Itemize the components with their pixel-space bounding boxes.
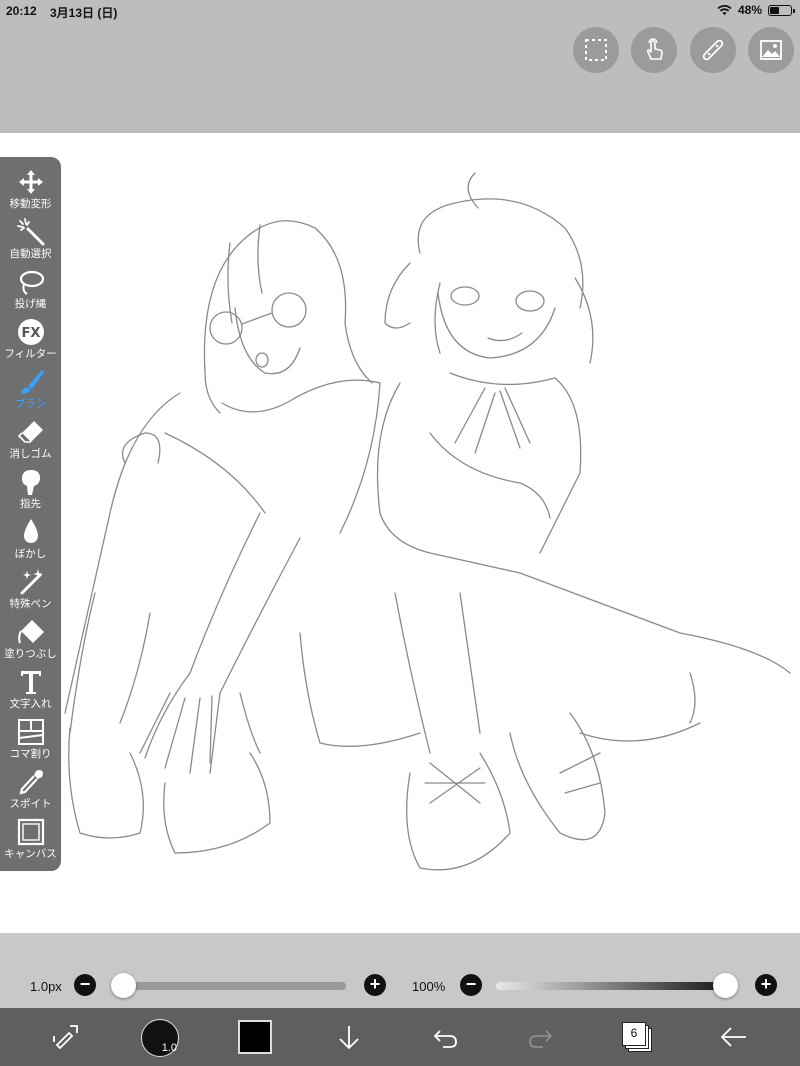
back-button[interactable] [716, 1020, 750, 1054]
lasso-icon [19, 270, 44, 295]
tool-label: 塗りつぶし [4, 648, 57, 660]
tool-label: ブラシ [14, 398, 47, 410]
app-window: 20:12 3月13日 (日) 48% 移動変形 自動選択 投げ縄 FX フィル… [0, 0, 800, 1066]
brush-size-value: 1.0 [161, 1042, 177, 1054]
image-icon [760, 40, 782, 60]
ruler-button[interactable] [690, 27, 736, 73]
tool-eyedropper[interactable]: スポイト [0, 767, 61, 817]
layers-button[interactable]: 6 [622, 1022, 652, 1052]
brush-size-minus-button[interactable]: − [74, 974, 96, 996]
arrow-down-icon [339, 1026, 359, 1050]
redo-button[interactable] [524, 1020, 558, 1054]
frame-divider-icon [17, 719, 44, 745]
magic-wand-icon [16, 218, 44, 246]
blur-drop-icon [23, 519, 38, 543]
battery-percent: 48% [737, 3, 762, 17]
tool-special-pen[interactable]: 特殊ペン [0, 567, 61, 617]
bucket-icon [17, 620, 44, 644]
status-right: 48% [717, 3, 795, 17]
undo-button[interactable] [428, 1020, 462, 1054]
tool-label: ぼかし [14, 548, 47, 560]
tool-palette: 移動変形 自動選択 投げ縄 FX フィルター ブラシ 消しゴム 指先 ぼかし 特… [0, 157, 61, 871]
tool-label: キャンバス [4, 848, 57, 860]
tool-eraser[interactable]: 消しゴム [0, 417, 61, 467]
wifi-icon [717, 5, 732, 16]
layer-count: 6 [630, 1026, 638, 1040]
tool-label: 投げ縄 [14, 298, 47, 310]
touch-icon [646, 38, 663, 60]
selection-button[interactable] [573, 27, 619, 73]
down-arrow-button[interactable] [332, 1020, 366, 1054]
tool-frame-divider[interactable]: コマ割り [0, 717, 61, 767]
status-bar: 20:12 3月13日 (日) 48% [0, 0, 800, 22]
brush-size-label: 1.0px [30, 979, 62, 994]
move-icon [18, 170, 43, 194]
tool-move-transform[interactable]: 移動変形 [0, 167, 61, 217]
brush-eraser-swap-icon [53, 1025, 78, 1050]
tool-label: 移動変形 [9, 198, 52, 210]
tool-fill[interactable]: 塗りつぶし [0, 617, 61, 667]
tool-blur[interactable]: ぼかし [0, 517, 61, 567]
svg-text:FX: FX [21, 326, 40, 341]
opacity-knob[interactable] [713, 973, 738, 998]
brush-size-button[interactable]: 1.0 [141, 1019, 179, 1057]
tool-label: 特殊ペン [9, 598, 52, 610]
tool-brush[interactable]: ブラシ [0, 367, 61, 417]
undo-icon [433, 1030, 457, 1048]
opacity-plus-button[interactable]: + [755, 974, 777, 996]
canvas-icon [17, 818, 44, 846]
brush-size-plus-button[interactable]: + [364, 974, 386, 996]
tool-label: フィルター [4, 348, 57, 360]
battery-icon [768, 4, 795, 16]
fx-icon: FX [17, 319, 44, 345]
tool-label: 指先 [20, 498, 41, 510]
eyedropper-icon [18, 770, 43, 795]
brush-icon [20, 370, 44, 394]
finger-icon [21, 470, 40, 495]
tool-finger[interactable]: 指先 [0, 467, 61, 517]
eraser-icon [17, 421, 43, 443]
selection-icon [585, 39, 607, 61]
touch-button[interactable] [631, 27, 677, 73]
tool-text[interactable]: 文字入れ [0, 667, 61, 717]
tool-filter[interactable]: FX フィルター [0, 317, 61, 367]
brush-size-track[interactable] [112, 982, 346, 990]
tool-label: コマ割り [9, 748, 52, 760]
line-art-illustration [64, 172, 791, 871]
tool-label: 文字入れ [9, 698, 52, 710]
brush-size-knob[interactable] [111, 973, 136, 998]
battery-level [770, 6, 780, 14]
redo-icon [529, 1030, 553, 1048]
swap-button[interactable] [48, 1020, 82, 1054]
opacity-track[interactable] [496, 982, 732, 990]
drawing-canvas[interactable] [0, 133, 800, 933]
material-button[interactable] [748, 27, 794, 73]
opacity-label: 100% [412, 979, 446, 994]
ruler-icon [702, 39, 724, 61]
color-picker-button[interactable] [238, 1020, 272, 1054]
tool-label: スポイト [9, 798, 52, 810]
sparkle-pen-icon [20, 569, 43, 595]
tool-canvas[interactable]: キャンバス [0, 817, 61, 867]
status-time: 20:12 [6, 4, 37, 18]
tool-lasso[interactable]: 投げ縄 [0, 267, 61, 317]
slider-bar: 1.0px − + 100% − + [0, 933, 800, 1008]
bottom-toolbar: 1.0 6 [0, 1008, 800, 1066]
tool-auto-select[interactable]: 自動選択 [0, 217, 61, 267]
status-date: 3月13日 (日) [50, 6, 118, 20]
text-icon [20, 671, 41, 694]
opacity-minus-button[interactable]: − [460, 974, 482, 996]
tool-label: 自動選択 [9, 248, 52, 260]
arrow-left-icon [720, 1027, 746, 1047]
tool-label: 消しゴム [9, 448, 52, 460]
